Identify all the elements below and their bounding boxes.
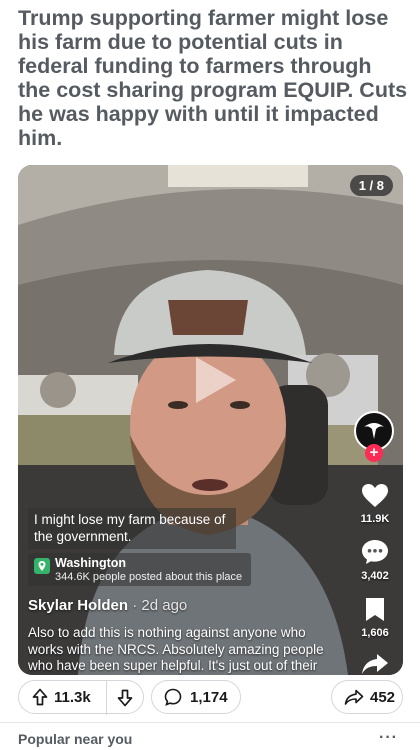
post-title[interactable]: Trump supporting farmer might lose his f… [18, 6, 408, 150]
author-line: Skylar Holden · 2d ago [28, 597, 187, 614]
share-count: 452 [370, 688, 396, 706]
comment-icon [164, 688, 182, 706]
downvote-arrow-icon[interactable] [117, 689, 133, 707]
share-action[interactable] [355, 653, 395, 675]
post-media[interactable]: 1 / 8 I might lose my farm because of th… [18, 165, 403, 675]
heart-icon [362, 484, 388, 507]
save-action[interactable]: 1,606 [355, 597, 395, 639]
section-divider [0, 722, 420, 723]
comment-count: 3,402 [361, 570, 389, 582]
post-action-bar: 11.3k 1,174 452 [18, 680, 403, 716]
like-count: 11.9K [360, 513, 390, 525]
share-button[interactable]: 452 [331, 680, 403, 714]
vote-divider [106, 681, 107, 715]
more-options-icon[interactable]: ··· [379, 729, 398, 747]
comment-action[interactable]: 3,402 [355, 539, 395, 582]
comment-bubble-icon [362, 540, 388, 564]
section-label: Popular near you [18, 731, 133, 747]
location-pin-icon [34, 558, 50, 574]
location-tag[interactable]: Washington 344.6K people posted about th… [28, 553, 251, 586]
location-subtitle: 344.6K people posted about this place [55, 571, 243, 583]
play-icon[interactable] [192, 355, 238, 405]
save-count: 1,606 [361, 627, 389, 639]
like-action[interactable]: 11.9K [355, 483, 395, 525]
author-name[interactable]: Skylar Holden [28, 597, 128, 614]
vote-count: 11.3k [54, 688, 91, 706]
share-icon [344, 689, 364, 705]
comments-button[interactable]: 1,174 [151, 680, 241, 714]
follow-plus-icon[interactable]: + [365, 444, 383, 462]
author-separator: · [132, 597, 138, 614]
bookmark-icon [366, 598, 384, 621]
video-description: Also to add this is nothing against anyo… [28, 625, 324, 675]
media-counter: 1 / 8 [349, 175, 393, 196]
comment-total: 1,174 [190, 688, 228, 706]
post-age: 2d ago [141, 597, 188, 614]
upvote-arrow-icon[interactable] [32, 688, 48, 706]
location-name: Washington [55, 556, 127, 570]
video-caption: I might lose my farm because of the gove… [28, 508, 236, 549]
share-arrow-icon [362, 654, 388, 674]
vote-pill: 11.3k [18, 680, 144, 715]
